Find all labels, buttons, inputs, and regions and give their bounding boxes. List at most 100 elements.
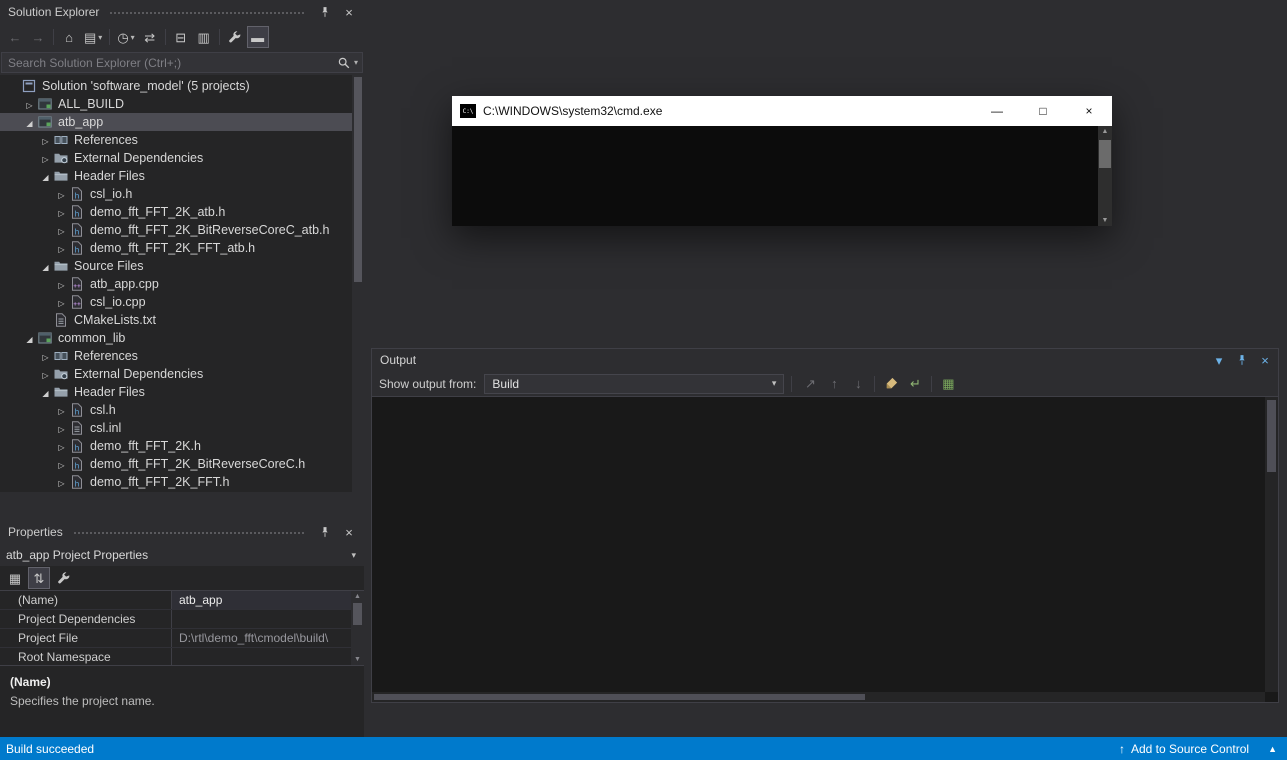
tree-item[interactable]: Header Files — [0, 167, 364, 185]
scrollbar-thumb[interactable] — [374, 694, 865, 700]
search-input[interactable] — [2, 56, 337, 70]
expander-icon[interactable] — [54, 403, 69, 417]
console-output[interactable]: ▲ ▼ — [452, 126, 1112, 226]
tree-item[interactable]: External Dependencies — [0, 149, 364, 167]
property-pages-button[interactable] — [52, 567, 74, 589]
goto-message-button[interactable]: ↗ — [799, 373, 821, 395]
tree-item[interactable]: References — [0, 347, 364, 365]
close-icon[interactable]: × — [340, 523, 358, 541]
forward-button[interactable]: → — [27, 26, 49, 48]
drag-grip[interactable] — [109, 10, 306, 15]
pending-changes-filter-button[interactable]: ◷ ▾ — [114, 26, 137, 48]
tree-item[interactable]: h csl.h — [0, 401, 364, 419]
clear-all-button[interactable] — [880, 373, 902, 395]
next-message-button[interactable]: ↓ — [847, 373, 869, 395]
drag-grip[interactable] — [73, 530, 306, 535]
scrollbar[interactable]: ▲ ▼ — [351, 591, 364, 665]
cmd-window[interactable]: C:\ C:\WINDOWS\system32\cmd.exe —□× ▲ ▼ — [452, 96, 1112, 226]
close-icon[interactable]: × — [340, 3, 358, 21]
dock-tab[interactable] — [56, 492, 70, 512]
pin-icon[interactable] — [316, 3, 334, 21]
previous-message-button[interactable]: ↑ — [823, 373, 845, 395]
preview-selected-items-button[interactable]: ▬ — [247, 26, 269, 48]
tree-item[interactable]: ++ csl_io.cpp — [0, 293, 364, 311]
horizontal-scrollbar[interactable] — [372, 692, 1265, 702]
window-position-icon[interactable]: ▾ — [1212, 353, 1226, 367]
va-options-button[interactable]: ▦ — [937, 373, 959, 395]
expander-icon[interactable] — [54, 187, 69, 201]
expand-icon[interactable]: ▲ — [1268, 744, 1277, 754]
expander-icon[interactable] — [38, 151, 53, 165]
scroll-down-icon[interactable]: ▼ — [354, 656, 361, 663]
expander-icon[interactable] — [38, 385, 53, 399]
tree-item[interactable]: h csl_io.h — [0, 185, 364, 203]
search-icon[interactable] — [337, 56, 351, 70]
expander-icon[interactable] — [54, 475, 69, 489]
(Name)[interactable]: (Name) atb_app — [0, 591, 364, 610]
back-button[interactable]: ← — [4, 26, 26, 48]
minimize-button[interactable]: — — [974, 96, 1020, 126]
expander-icon[interactable] — [54, 421, 69, 435]
scrollbar-thumb[interactable] — [354, 77, 362, 282]
tree-item[interactable]: h demo_fft_FFT_2K_atb.h — [0, 203, 364, 221]
expander-icon[interactable] — [22, 115, 37, 129]
cmd-titlebar[interactable]: C:\ C:\WINDOWS\system32\cmd.exe —□× — [452, 96, 1112, 126]
tree-item[interactable]: Header Files — [0, 383, 364, 401]
Project File[interactable]: Project File D:\rtl\demo_fft\cmodel\buil… — [0, 629, 364, 648]
tree-item[interactable]: Source Files — [0, 257, 364, 275]
expander-icon[interactable] — [54, 277, 69, 291]
property-value[interactable]: atb_app — [172, 591, 364, 609]
tree-item[interactable]: h demo_fft_FFT_2K_FFT.h — [0, 473, 364, 491]
dock-tab[interactable] — [28, 492, 42, 512]
tree-item[interactable]: References — [0, 131, 364, 149]
tree-item[interactable]: External Dependencies — [0, 365, 364, 383]
expander-icon[interactable] — [38, 133, 53, 147]
tree-item[interactable]: h demo_fft_FFT_2K_BitReverseCoreC_atb.h — [0, 221, 364, 239]
home-button[interactable]: ⌂ — [58, 26, 80, 48]
show-all-files-button[interactable]: ▥ — [193, 26, 215, 48]
scroll-up-icon[interactable]: ▲ — [1102, 128, 1109, 135]
expander-icon[interactable] — [54, 439, 69, 453]
tree-item[interactable]: CMakeLists.txt — [0, 311, 364, 329]
expander-icon[interactable] — [38, 367, 53, 381]
expander-icon[interactable] — [54, 205, 69, 219]
alphabetical-button[interactable]: ⇅ — [28, 567, 50, 589]
expander-icon[interactable] — [22, 331, 37, 345]
close-icon[interactable]: × — [1258, 353, 1272, 367]
expander-icon[interactable] — [54, 223, 69, 237]
add-to-source-control-button[interactable]: Add to Source Control — [1131, 742, 1249, 756]
object-selector[interactable]: atb_app Project Properties ▾ — [0, 544, 364, 566]
expander-icon[interactable] — [38, 259, 53, 273]
tree-item[interactable]: h demo_fft_FFT_2K_FFT_atb.h — [0, 239, 364, 257]
dock-tab[interactable] — [14, 492, 28, 512]
property-value[interactable]: D:\rtl\demo_fft\cmodel\build\ — [172, 629, 364, 647]
tree-item[interactable]: Solution 'software_model' (5 projects) — [0, 77, 364, 95]
properties-button[interactable] — [224, 26, 246, 48]
tree-item[interactable]: h demo_fft_FFT_2K_BitReverseCoreC.h — [0, 455, 364, 473]
dock-tab[interactable] — [0, 492, 14, 512]
scrollbar-thumb[interactable] — [1099, 140, 1111, 168]
Root Namespace[interactable]: Root Namespace — [0, 648, 364, 666]
word-wrap-button[interactable]: ↵ — [904, 373, 926, 395]
expander-icon[interactable] — [54, 457, 69, 471]
expander-icon[interactable] — [38, 169, 53, 183]
scroll-down-icon[interactable]: ▼ — [1102, 217, 1109, 224]
scrollbar[interactable] — [352, 75, 364, 492]
search-box[interactable]: ▾ — [1, 52, 363, 73]
properties-titlebar[interactable]: Properties × — [0, 520, 364, 544]
scroll-up-icon[interactable]: ▲ — [354, 593, 361, 600]
scrollbar-thumb[interactable] — [353, 603, 362, 625]
pin-icon[interactable] — [316, 523, 334, 541]
output-log[interactable] — [372, 397, 1278, 702]
sync-with-active-document-button[interactable]: ⇄ — [139, 26, 161, 48]
solution-explorer-titlebar[interactable]: Solution Explorer × — [0, 0, 364, 24]
output-titlebar[interactable]: Output ▾ × — [372, 349, 1278, 371]
expander-icon[interactable] — [54, 241, 69, 255]
tree-item[interactable]: atb_app — [0, 113, 364, 131]
property-value[interactable] — [172, 610, 364, 628]
property-value[interactable] — [172, 648, 364, 666]
scrollbar[interactable]: ▲ ▼ — [1098, 126, 1112, 226]
expander-icon[interactable] — [38, 349, 53, 363]
scrollbar[interactable] — [1265, 397, 1278, 692]
tree-item[interactable]: common_lib — [0, 329, 364, 347]
